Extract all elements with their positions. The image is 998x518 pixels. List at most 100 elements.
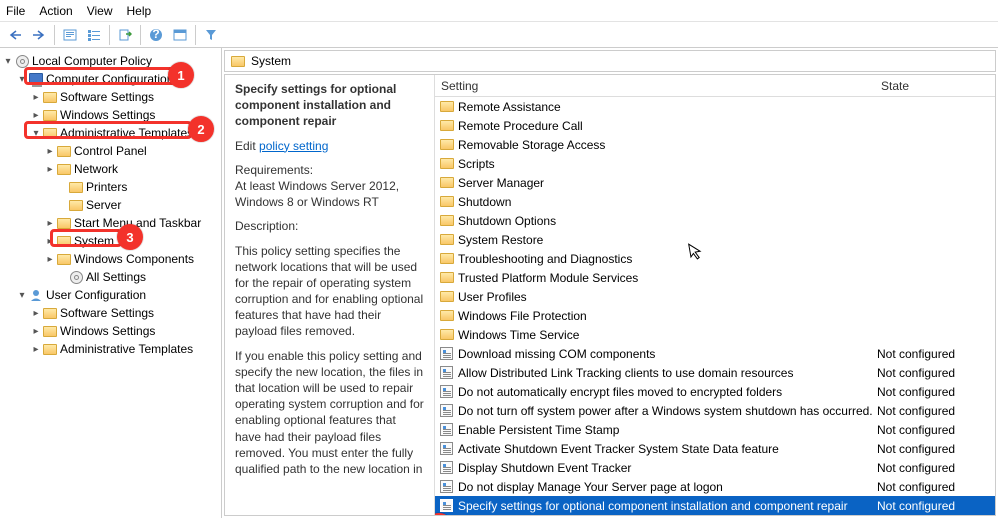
badge-3: 3 (117, 224, 143, 250)
tree-label: Control Panel (74, 144, 147, 158)
list-header[interactable]: Setting State (435, 75, 995, 97)
folder-icon (439, 118, 454, 133)
tree-node-control-panel[interactable]: ▸Control Panel (0, 142, 221, 160)
main-split: 1 2 3 ▾Local Computer Policy ▾Computer C… (0, 48, 998, 518)
tree-node-windows-components[interactable]: ▸Windows Components (0, 250, 221, 268)
row-label: Removable Storage Access (458, 138, 605, 152)
tree-node-user-software[interactable]: ▸Software Settings (0, 304, 221, 322)
tree-label: Network (74, 162, 118, 176)
policy-icon (439, 422, 454, 437)
tree-node-server[interactable]: Server (0, 196, 221, 214)
menu-help[interactable]: Help (127, 4, 152, 18)
list-policy-row[interactable]: Do not turn off system power after a Win… (435, 401, 995, 420)
tree-node-user-windows[interactable]: ▸Windows Settings (0, 322, 221, 340)
list-policy-row[interactable]: Activate Shutdown Event Tracker System S… (435, 439, 995, 458)
menu-view[interactable]: View (87, 4, 113, 18)
tree-node-software-settings[interactable]: ▸Software Settings (0, 88, 221, 106)
nav-forward-button[interactable] (28, 24, 50, 46)
folder-icon (439, 251, 454, 266)
folder-icon (439, 327, 454, 342)
breadcrumb: System (224, 50, 996, 72)
list-policy-row[interactable]: Do not display Manage Your Server page a… (435, 477, 995, 496)
list-policy-row[interactable]: Download missing COM componentsNot confi… (435, 344, 995, 363)
folder-icon (42, 89, 58, 105)
policy-icon (439, 346, 454, 361)
list-folder-row[interactable]: Trusted Platform Module Services (435, 268, 995, 287)
badge-1: 1 (168, 62, 194, 88)
folder-icon (56, 161, 72, 177)
edit-label: Edit (235, 139, 256, 153)
list-policy-row[interactable]: Specify settings for optional component … (435, 496, 995, 515)
tree-node-windows-settings[interactable]: ▸Windows Settings (0, 106, 221, 124)
edit-policy-link[interactable]: policy setting (259, 139, 328, 153)
list-folder-row[interactable]: System Restore (435, 230, 995, 249)
list-folder-row[interactable]: User Profiles (435, 287, 995, 306)
column-state[interactable]: State (875, 79, 995, 93)
details-button[interactable] (169, 24, 191, 46)
tree-node-start-menu[interactable]: ▸Start Menu and Taskbar (0, 214, 221, 232)
policy-icon (439, 479, 454, 494)
list-policy-row[interactable]: Enable Persistent Time StampNot configur… (435, 420, 995, 439)
list-icon (87, 28, 101, 42)
tree-label: Printers (86, 180, 127, 194)
separator (195, 25, 196, 45)
folder-icon (42, 341, 58, 357)
requirements-text: At least Windows Server 2012, Windows 8 … (235, 179, 399, 209)
row-state: Not configured (875, 404, 995, 418)
tree-pane[interactable]: 1 2 3 ▾Local Computer Policy ▾Computer C… (0, 48, 222, 518)
nav-back-button[interactable] (4, 24, 26, 46)
computer-icon (28, 71, 44, 87)
row-state: Not configured (875, 385, 995, 399)
funnel-icon (204, 28, 218, 42)
row-label: Enable Persistent Time Stamp (458, 423, 619, 437)
settings-list[interactable]: Setting State Remote Assistance Remote Pr… (435, 75, 995, 515)
list-folder-row[interactable]: Troubleshooting and Diagnostics (435, 249, 995, 268)
list-policy-row[interactable]: Display Shutdown Event TrackerNot config… (435, 458, 995, 477)
folder-icon (42, 305, 58, 321)
description-para-1: This policy setting specifies the networ… (235, 243, 424, 340)
list-folder-row[interactable]: Scripts (435, 154, 995, 173)
policy-icon (439, 460, 454, 475)
list-policy-row[interactable]: Allow Distributed Link Tracking clients … (435, 363, 995, 382)
row-label: Shutdown Options (458, 214, 556, 228)
list-folder-row[interactable]: Shutdown (435, 192, 995, 211)
breadcrumb-label: System (251, 54, 291, 68)
help-button[interactable]: ? (145, 24, 167, 46)
folder-icon (439, 156, 454, 171)
tree-node-user-config[interactable]: ▾User Configuration (0, 286, 221, 304)
menu-action[interactable]: Action (39, 4, 72, 18)
list-folder-row[interactable]: Removable Storage Access (435, 135, 995, 154)
export-button[interactable] (114, 24, 136, 46)
folder-icon (439, 175, 454, 190)
tree-label: Software Settings (60, 90, 154, 104)
tree-node-user-admin[interactable]: ▸Administrative Templates (0, 340, 221, 358)
list-button[interactable] (83, 24, 105, 46)
folder-icon (56, 143, 72, 159)
list-folder-row[interactable]: Remote Assistance (435, 97, 995, 116)
tree-label: Computer Configuration (46, 72, 173, 86)
list-folder-row[interactable]: Server Manager (435, 173, 995, 192)
tree-node-system[interactable]: ▸System (0, 232, 221, 250)
tree-node-printers[interactable]: Printers (0, 178, 221, 196)
tree-label: Windows Components (74, 252, 194, 266)
export-icon (118, 28, 132, 42)
row-label: Download missing COM components (458, 347, 655, 361)
menu-file[interactable]: File (6, 4, 25, 18)
filter-button[interactable] (200, 24, 222, 46)
row-label: Troubleshooting and Diagnostics (458, 252, 632, 266)
tree-node-network[interactable]: ▸Network (0, 160, 221, 178)
detail-pane: System Specify settings for optional com… (222, 48, 998, 518)
tree-node-all-settings[interactable]: All Settings (0, 268, 221, 286)
list-policy-row[interactable]: Do not automatically encrypt files moved… (435, 382, 995, 401)
row-label: Remote Procedure Call (458, 119, 583, 133)
folder-icon (439, 308, 454, 323)
list-folder-row[interactable]: Windows File Protection (435, 306, 995, 325)
tree-label: Administrative Templates (60, 342, 193, 356)
policy-icon (439, 441, 454, 456)
list-folder-row[interactable]: Windows Time Service (435, 325, 995, 344)
list-folder-row[interactable]: Remote Procedure Call (435, 116, 995, 135)
column-setting[interactable]: Setting (435, 79, 875, 93)
properties-button[interactable] (59, 24, 81, 46)
list-folder-row[interactable]: Shutdown Options (435, 211, 995, 230)
list-body: Remote Assistance Remote Procedure Call Re… (435, 97, 995, 515)
